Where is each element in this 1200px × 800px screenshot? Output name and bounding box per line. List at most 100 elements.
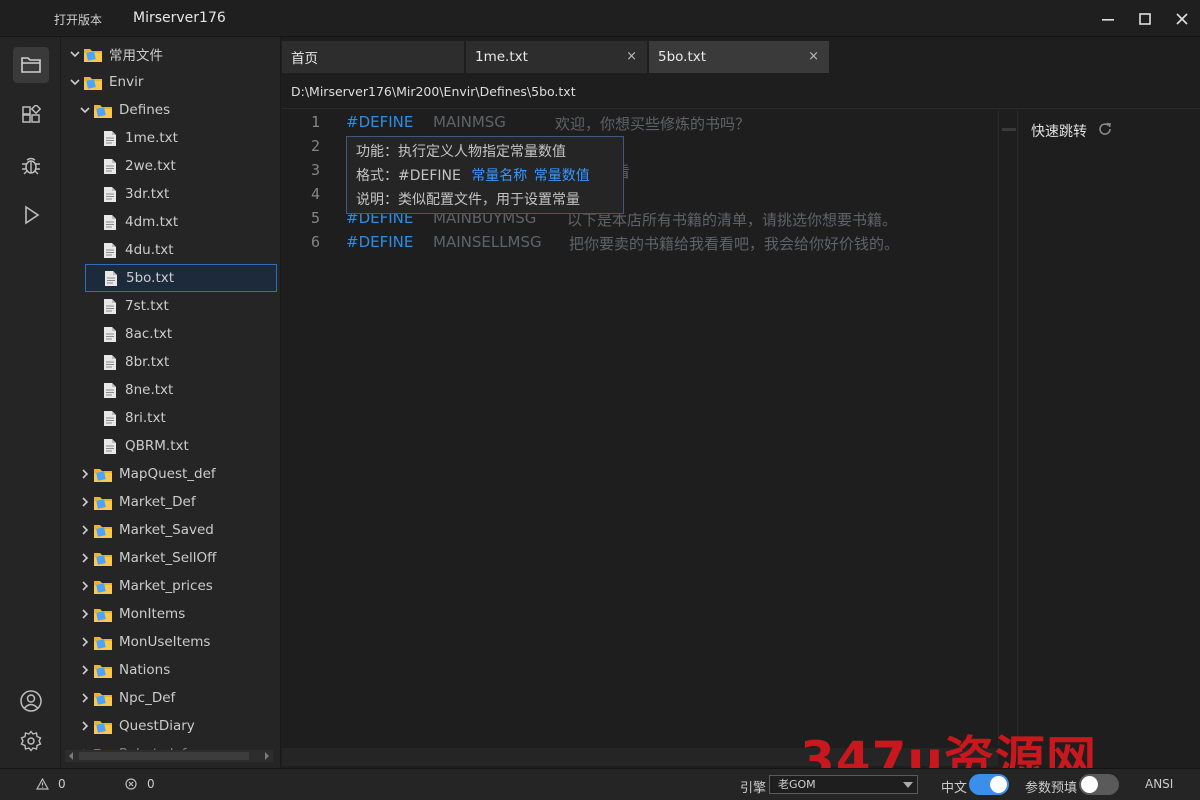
folder-icon [94, 636, 112, 650]
constant-value: 欢迎，你想买些修炼的书吗？ [555, 115, 751, 133]
minimize-icon [1102, 18, 1114, 21]
explorer-horizontal-scrollbar[interactable] [65, 750, 273, 762]
activity-explorer[interactable] [13, 47, 49, 83]
activity-debug[interactable] [13, 147, 49, 183]
chevron-right-icon[interactable] [79, 664, 91, 676]
tree-folder[interactable]: Market_Saved [61, 516, 280, 544]
error-icon [125, 778, 137, 790]
account-icon [20, 690, 42, 712]
chinese-label: 中文 [941, 781, 968, 796]
tree-folder[interactable]: MapQuest_def [61, 460, 280, 488]
tree-folder[interactable]: 常用文件 [61, 40, 280, 68]
close-tab-icon[interactable]: × [808, 49, 819, 64]
tree-file[interactable]: 2we.txt [61, 152, 280, 180]
tab-home[interactable]: 首页 [282, 41, 464, 73]
text-file-icon [104, 382, 116, 398]
tree-folder[interactable]: MonUseItems [61, 628, 280, 656]
tab-1me[interactable]: 1me.txt × [466, 41, 647, 73]
chevron-right-icon[interactable] [79, 468, 91, 480]
breadcrumb: D:\Mirserver176\Mir200\Envir\Defines\5bo… [282, 73, 1200, 109]
tree-folder[interactable]: Npc_Def [61, 684, 280, 712]
tree-item-label: 2we.txt [125, 158, 176, 174]
tooltip-format: 格式：#DEFINE 常量名称 常量数值 [356, 164, 614, 188]
encoding-indicator[interactable]: ANSI [1145, 777, 1173, 791]
chevron-down-icon[interactable] [79, 104, 91, 116]
editor-vertical-scrollbar[interactable] [998, 110, 1018, 746]
tree-file[interactable]: 4dm.txt [61, 208, 280, 236]
tree-folder[interactable]: QuestDiary [61, 712, 280, 740]
activity-extensions[interactable] [13, 97, 49, 133]
tree-item-label: 7st.txt [125, 298, 169, 314]
chevron-right-icon[interactable] [79, 692, 91, 704]
chevron-right-icon[interactable] [79, 636, 91, 648]
define-keyword: #DEFINE [346, 233, 414, 251]
chevron-down-icon[interactable] [69, 48, 81, 60]
chevron-right-icon[interactable] [79, 720, 91, 732]
tree-folder[interactable]: Market_Def [61, 488, 280, 516]
minimize-button[interactable] [1088, 0, 1128, 37]
text-file-icon [104, 438, 116, 454]
chevron-right-icon[interactable] [79, 552, 91, 564]
tree-file[interactable]: 7st.txt [61, 292, 280, 320]
tab-label: 1me.txt [475, 49, 528, 65]
folder-icon [94, 524, 112, 538]
tree-folder[interactable]: MonItems [61, 600, 280, 628]
errors-indicator[interactable]: 0 [125, 777, 155, 791]
activity-bar [0, 37, 61, 768]
tree-file[interactable]: 8ac.txt [61, 320, 280, 348]
close-tab-icon[interactable]: × [626, 49, 637, 64]
chevron-right-icon[interactable] [79, 608, 91, 620]
constant-name: MAINMSG [433, 113, 506, 131]
chevron-right-icon[interactable] [79, 580, 91, 592]
tree-file[interactable]: 1me.txt [61, 124, 280, 152]
tree-file[interactable]: 8ri.txt [61, 404, 280, 432]
warnings-indicator[interactable]: 0 [36, 777, 66, 791]
maximize-button[interactable] [1125, 0, 1165, 37]
tree-folder[interactable]: Defines [61, 96, 280, 124]
text-file-icon [104, 130, 116, 146]
tooltip-param-value: 常量数值 [533, 168, 590, 184]
tree-folder[interactable]: Nations [61, 656, 280, 684]
tree-file[interactable]: QBRM.txt [61, 432, 280, 460]
tree-file[interactable]: 4du.txt [61, 236, 280, 264]
scrollbar-thumb[interactable] [1002, 128, 1016, 131]
warning-icon [36, 778, 49, 790]
tree-file[interactable]: 3dr.txt [61, 180, 280, 208]
tree-item-label: 4dm.txt [125, 214, 179, 230]
tree-folder[interactable]: Envir [61, 68, 280, 96]
folder-icon [94, 608, 112, 622]
settings-icon [20, 730, 42, 752]
chevron-down-icon[interactable] [69, 76, 81, 88]
tree-item-label: 8br.txt [125, 354, 170, 370]
quick-jump-panel: 快速跳转 [1019, 110, 1200, 768]
refresh-icon[interactable] [1098, 122, 1112, 136]
tab-5bo[interactable]: 5bo.txt × [649, 41, 829, 73]
tree-folder[interactable]: Market_SellOff [61, 544, 280, 572]
activity-settings[interactable] [13, 723, 49, 759]
tree-folder[interactable]: Market_prices [61, 572, 280, 600]
scrollbar-thumb[interactable] [79, 752, 249, 760]
chevron-right-icon[interactable] [79, 496, 91, 508]
constant-name: MAINSELLMSG [433, 233, 542, 251]
tree-file[interactable]: 8ne.txt [61, 376, 280, 404]
open-version-menu[interactable]: 打开版本 [54, 11, 102, 28]
extensions-icon [22, 105, 41, 123]
toggle-knob [1081, 776, 1098, 793]
hover-tooltip: 功能：执行定义人物指定常量数值 格式：#DEFINE 常量名称 常量数值 说明：… [346, 136, 624, 214]
tree-file[interactable]: 8br.txt [61, 348, 280, 376]
engine-select[interactable]: 老GOM [769, 775, 918, 794]
activity-account[interactable] [13, 683, 49, 719]
error-count: 0 [147, 777, 155, 791]
chevron-right-icon[interactable] [79, 524, 91, 536]
folder-icon [94, 580, 112, 594]
tree-item-label: 3dr.txt [125, 186, 170, 202]
folder-icon [94, 468, 112, 482]
close-window-button[interactable] [1162, 0, 1200, 37]
chinese-toggle[interactable] [969, 774, 1009, 795]
param-prefill-toggle[interactable] [1079, 774, 1119, 795]
tree-file[interactable]: 5bo.txt [85, 264, 277, 292]
activity-run[interactable] [13, 197, 49, 233]
explorer-icon [21, 57, 41, 73]
tree-item-label: MapQuest_def [119, 466, 216, 482]
tree-item-label: 8ri.txt [125, 410, 166, 426]
